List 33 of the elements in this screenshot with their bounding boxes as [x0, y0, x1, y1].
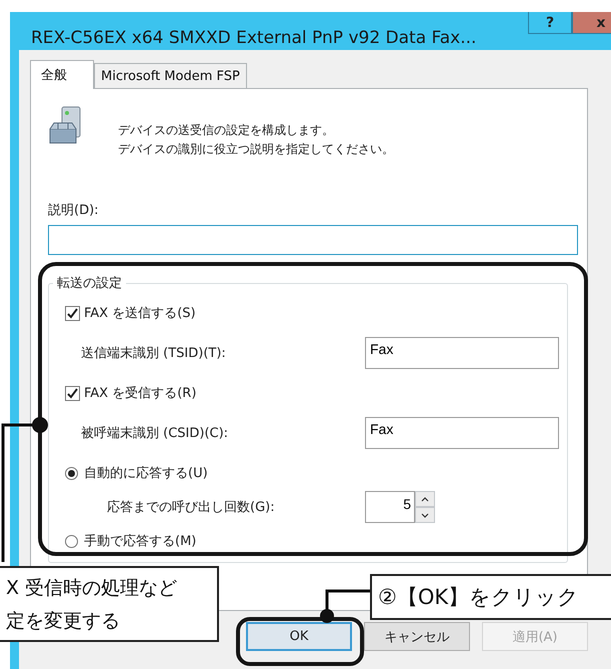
callout-text: X 受信時の処理など	[6, 576, 178, 601]
checkbox[interactable]	[65, 386, 80, 400]
spin-down-button[interactable]	[415, 507, 435, 523]
radio-label: 自動的に応答する(U)	[84, 465, 208, 482]
caret-up-icon	[421, 496, 429, 502]
field-label: 被呼端末識別 (CSID)(C):	[81, 425, 230, 442]
description-field[interactable]	[48, 225, 578, 255]
group-title: 転送の設定	[53, 276, 126, 291]
field-label: 送信端末識別 (TSID)(T):	[81, 345, 227, 362]
dialog-button[interactable]: キャンセル	[364, 622, 470, 651]
checkbox-label: FAX を送信する(S)	[84, 305, 196, 322]
help-button[interactable]: ?	[528, 12, 572, 34]
text-field[interactable]: Fax	[365, 417, 559, 449]
callout-text: 定を変更する	[6, 609, 121, 634]
checkbox[interactable]	[65, 306, 80, 320]
tab[interactable]: 全般	[30, 60, 94, 89]
radio-button[interactable]	[65, 534, 78, 548]
window-title: REX-C56EX x64 SMXXD External PnP v92 Data Fax...	[30, 27, 476, 48]
dialog-button[interactable]: OK	[246, 622, 352, 651]
field-label: 説明(D):	[48, 202, 100, 219]
spin-up-button[interactable]	[415, 491, 435, 507]
radio-label: 手動で応答する(M)	[84, 533, 196, 550]
close-button[interactable]: x	[572, 12, 611, 34]
number-field[interactable]: 5	[365, 491, 415, 523]
text-field[interactable]: Fax	[365, 337, 559, 369]
intro-text: デバイスの送受信の設定を構成します。	[118, 122, 335, 139]
caret-down-icon	[421, 512, 429, 518]
radio-button[interactable]	[65, 466, 78, 480]
intro-text: デバイスの識別に役立つ説明を指定してください。	[118, 141, 394, 158]
field-label: 応答までの呼び出し回数(G):	[107, 499, 276, 516]
callout-text: ②【OK】をクリック	[378, 584, 580, 611]
checkbox-label: FAX を受信する(R)	[84, 385, 196, 402]
tab[interactable]: Microsoft Modem FSP	[94, 63, 247, 88]
